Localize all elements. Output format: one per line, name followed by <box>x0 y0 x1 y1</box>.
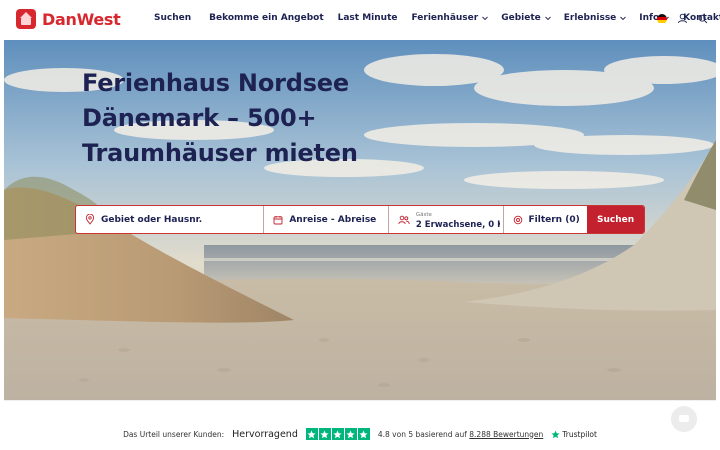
house-logo-icon <box>16 9 36 29</box>
guests-caption: Gäste <box>415 211 432 218</box>
user-icon[interactable] <box>677 13 688 24</box>
star-rating <box>305 428 370 440</box>
nav-label: Bekomme ein Angebot <box>209 13 324 23</box>
star-icon <box>305 428 318 440</box>
guests-field[interactable]: Gäste 2 Erwachsene, 0 Ki <box>389 206 504 233</box>
trustpilot-star-icon <box>551 430 560 438</box>
filter-field[interactable]: Filtern (0) <box>504 206 588 233</box>
star-icon <box>357 428 370 440</box>
divider <box>4 400 716 401</box>
chevron-down-icon <box>482 16 489 21</box>
nav-label: Ferienhäuser <box>411 13 479 23</box>
star-icon <box>331 428 344 440</box>
filter-label: Filtern (0) <box>528 214 580 225</box>
nav-label: Last Minute <box>337 13 398 23</box>
calendar-icon <box>273 215 283 224</box>
brand-name: DanWest <box>42 9 121 29</box>
star-icon <box>318 428 331 440</box>
search-button[interactable]: Suchen <box>587 206 644 233</box>
rating-score: 4.8 von 5 basierend auf <box>377 429 467 439</box>
german-flag-icon[interactable] <box>657 13 667 24</box>
rating-intro: Das Urteil unserer Kunden: <box>123 429 225 439</box>
header-icons <box>657 13 708 24</box>
nav-item-last-minute[interactable]: Last Minute <box>338 13 398 23</box>
guests-value: 2 Erwachsene, 0 Ki <box>415 219 500 230</box>
trustpilot-logo[interactable]: Trustpilot <box>551 430 597 439</box>
search-bar: Gebiet oder Hausnr. Anreise - Abreise Gä… <box>75 205 645 234</box>
search-icon[interactable] <box>698 14 708 24</box>
reviews-link[interactable]: 8.288 Bewertungen <box>469 430 543 439</box>
dates-field[interactable]: Anreise - Abreise <box>264 206 389 233</box>
logo[interactable]: DanWest <box>16 9 121 29</box>
nav-label: Erlebnisse <box>563 13 617 23</box>
nav-item-ferienhaeuser[interactable]: Ferienhäuser <box>412 13 490 23</box>
trustpilot-rating: Das Urteil unserer Kunden: Hervorragend … <box>0 428 720 440</box>
location-field[interactable]: Gebiet oder Hausnr. <box>76 206 265 233</box>
nav-item-suchen[interactable]: Suchen <box>154 13 191 23</box>
nav-label: Suchen <box>154 13 192 23</box>
rating-text: 4.8 von 5 basierend auf 8.288 Bewertunge… <box>378 430 543 439</box>
nav-label: Gebiete <box>501 13 541 23</box>
filter-icon <box>513 215 522 224</box>
main-nav: Suchen Bekomme ein Angebot Last Minute F… <box>154 13 720 23</box>
nav-item-angebot[interactable]: Bekomme ein Angebot <box>209 13 323 23</box>
nav-item-erlebnisse[interactable]: Erlebnisse <box>564 13 628 23</box>
trustpilot-name: Trustpilot <box>562 429 597 439</box>
chevron-down-icon <box>544 16 551 21</box>
nav-item-gebiete[interactable]: Gebiete <box>501 13 552 23</box>
guests-icon <box>398 215 410 224</box>
chat-bubble-icon[interactable] <box>671 406 697 432</box>
star-icon <box>344 428 357 440</box>
dates-label: Anreise - Abreise <box>289 214 377 225</box>
guests-text: Gäste 2 Erwachsene, 0 Ki <box>416 210 500 230</box>
map-pin-icon <box>85 214 95 225</box>
location-placeholder: Gebiet oder Hausnr. <box>101 214 203 225</box>
site-header: DanWest Suchen Bekomme ein Angebot Last … <box>0 0 720 40</box>
rating-word: Hervorragend <box>232 428 298 440</box>
chevron-down-icon <box>620 16 627 21</box>
page-title: Ferienhaus Nordsee Dänemark – 500+ Traum… <box>82 69 358 167</box>
